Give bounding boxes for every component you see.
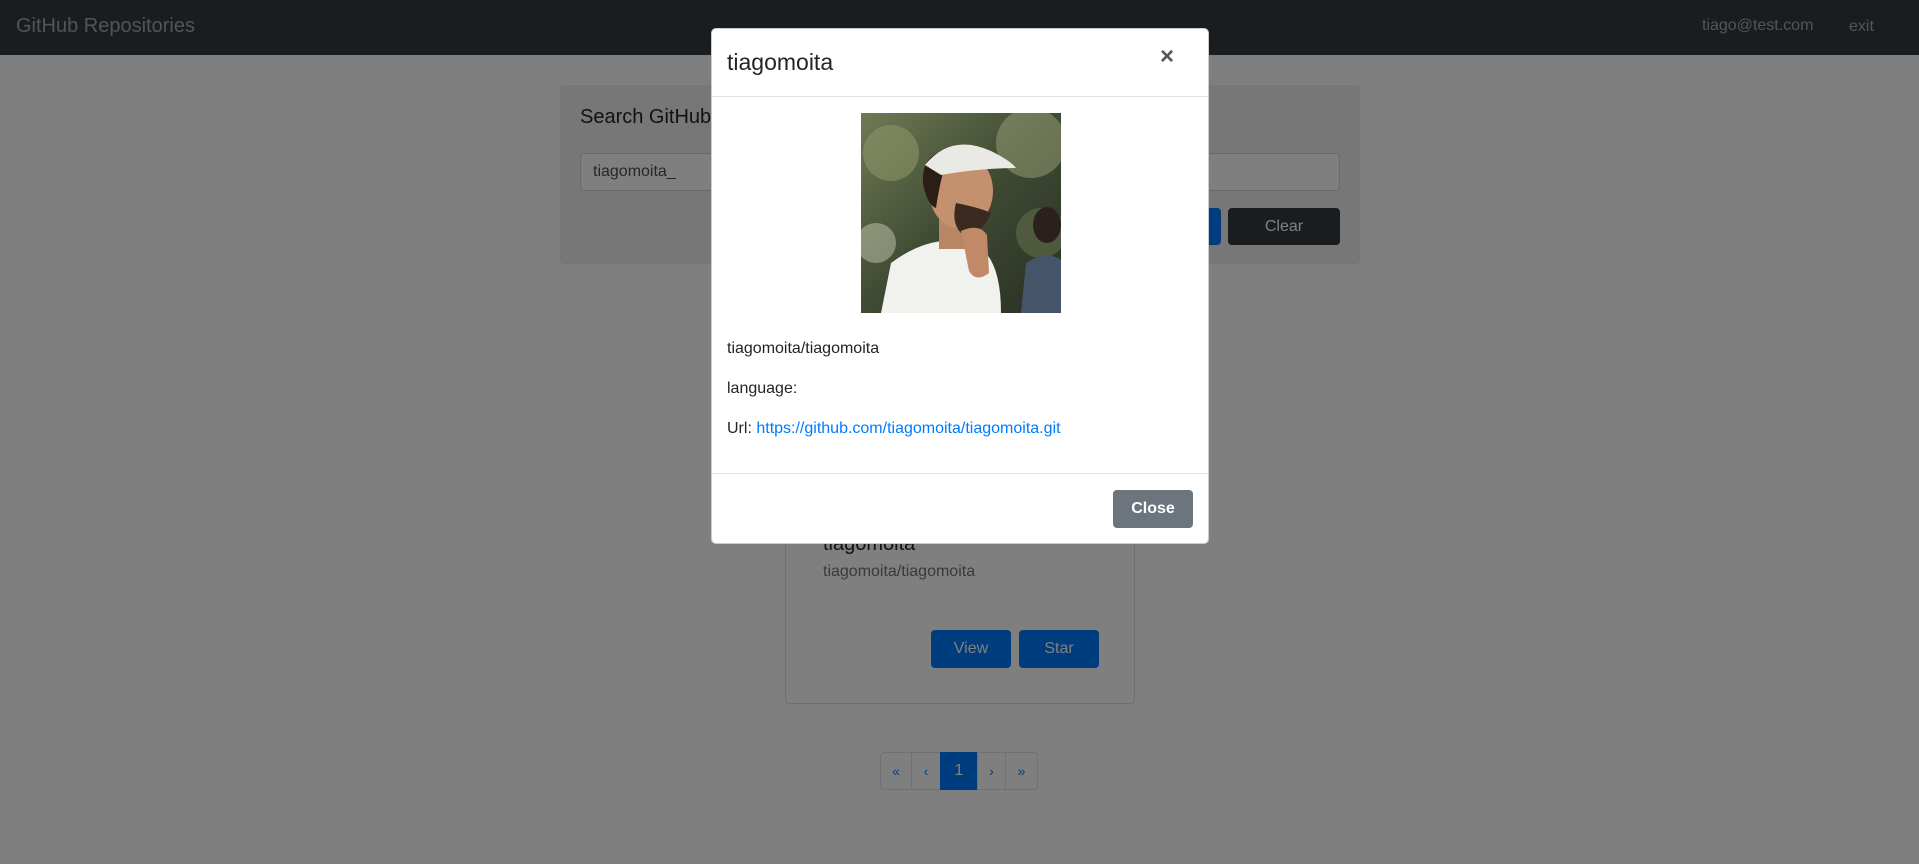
modal-url-row: Url: https://github.com/tiagomoita/tiago… <box>727 420 1061 438</box>
modal-full-name: tiagomoita/tiagomoita <box>727 340 880 357</box>
modal-url-label: Url: <box>727 420 752 437</box>
avatar <box>861 113 1061 313</box>
close-icon[interactable]: × <box>1160 43 1174 71</box>
modal-footer: Close <box>712 473 1208 543</box>
repo-detail-modal: tiagomoita × tiagomoita/tiagomoita langu… <box>711 28 1209 544</box>
avatar-photo <box>861 113 1061 313</box>
close-button[interactable]: Close <box>1113 490 1193 528</box>
modal-title: tiagomoita <box>727 49 834 75</box>
modal-header: tiagomoita × <box>712 29 1208 97</box>
repo-url-link[interactable]: https://github.com/tiagomoita/tiagomoita… <box>756 420 1060 437</box>
modal-language: language: <box>727 380 798 397</box>
